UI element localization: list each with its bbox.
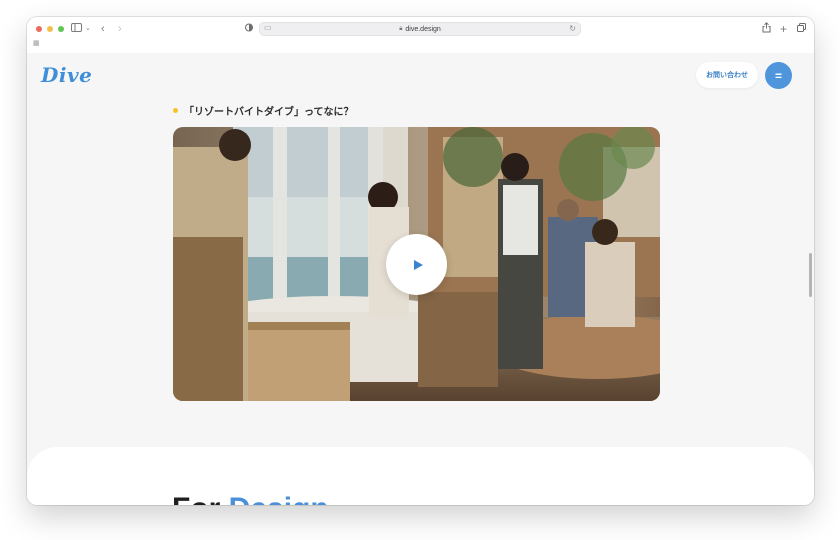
for-design-title: For Design (172, 492, 329, 505)
close-window-button[interactable] (36, 26, 42, 32)
reload-icon[interactable]: ↻ (569, 24, 576, 33)
url-text: dive.design (405, 25, 441, 33)
share-icon[interactable] (762, 22, 771, 37)
address-bar[interactable]: ▭ 🔒︎ dive.design ↻ (259, 22, 581, 36)
browser-toolbar: ⌄ ‹ › ▭ 🔒︎ dive.design ↻ + ▦ (27, 17, 814, 54)
page-content: Dive お問い合わせ = 「リゾートバイトダイブ」ってなに？ (27, 53, 814, 505)
privacy-shield-icon[interactable] (245, 22, 253, 36)
zoom-window-button[interactable] (58, 26, 64, 32)
next-section-panel (27, 447, 814, 505)
heading-bullet-dot (173, 108, 178, 113)
dive-logo[interactable]: Dive (41, 63, 92, 87)
tab-overview-icon[interactable] (797, 22, 806, 36)
chevron-down-icon[interactable]: ⌄ (85, 22, 91, 36)
chevron-right-icon[interactable]: › (118, 22, 122, 36)
for-design-title-part2: Design (229, 492, 329, 505)
lock-icon: 🔒︎ (399, 25, 403, 32)
menu-button[interactable]: = (765, 62, 792, 89)
tab-groups-icon[interactable]: ▦ (33, 39, 40, 47)
window-controls (36, 26, 64, 32)
minimize-window-button[interactable] (47, 26, 53, 32)
section-heading: 「リゾートバイトダイブ」ってなに？ (173, 103, 354, 118)
for-design-title-part1: For (172, 492, 220, 505)
contact-button[interactable]: お問い合わせ (696, 62, 758, 88)
play-button[interactable] (386, 234, 447, 295)
section-heading-text: 「リゾートバイトダイブ」ってなに？ (184, 107, 354, 118)
promo-video[interactable] (173, 127, 660, 401)
page-scrollbar[interactable] (809, 253, 812, 297)
page-icon: ▭ (264, 23, 272, 32)
plus-icon[interactable]: + (780, 22, 787, 36)
chevron-left-icon[interactable]: ‹ (101, 22, 105, 36)
play-icon (413, 259, 423, 270)
browser-window: ⌄ ‹ › ▭ 🔒︎ dive.design ↻ + ▦ Dive お問い合わせ… (27, 17, 814, 505)
sidebar-icon[interactable] (71, 22, 82, 36)
